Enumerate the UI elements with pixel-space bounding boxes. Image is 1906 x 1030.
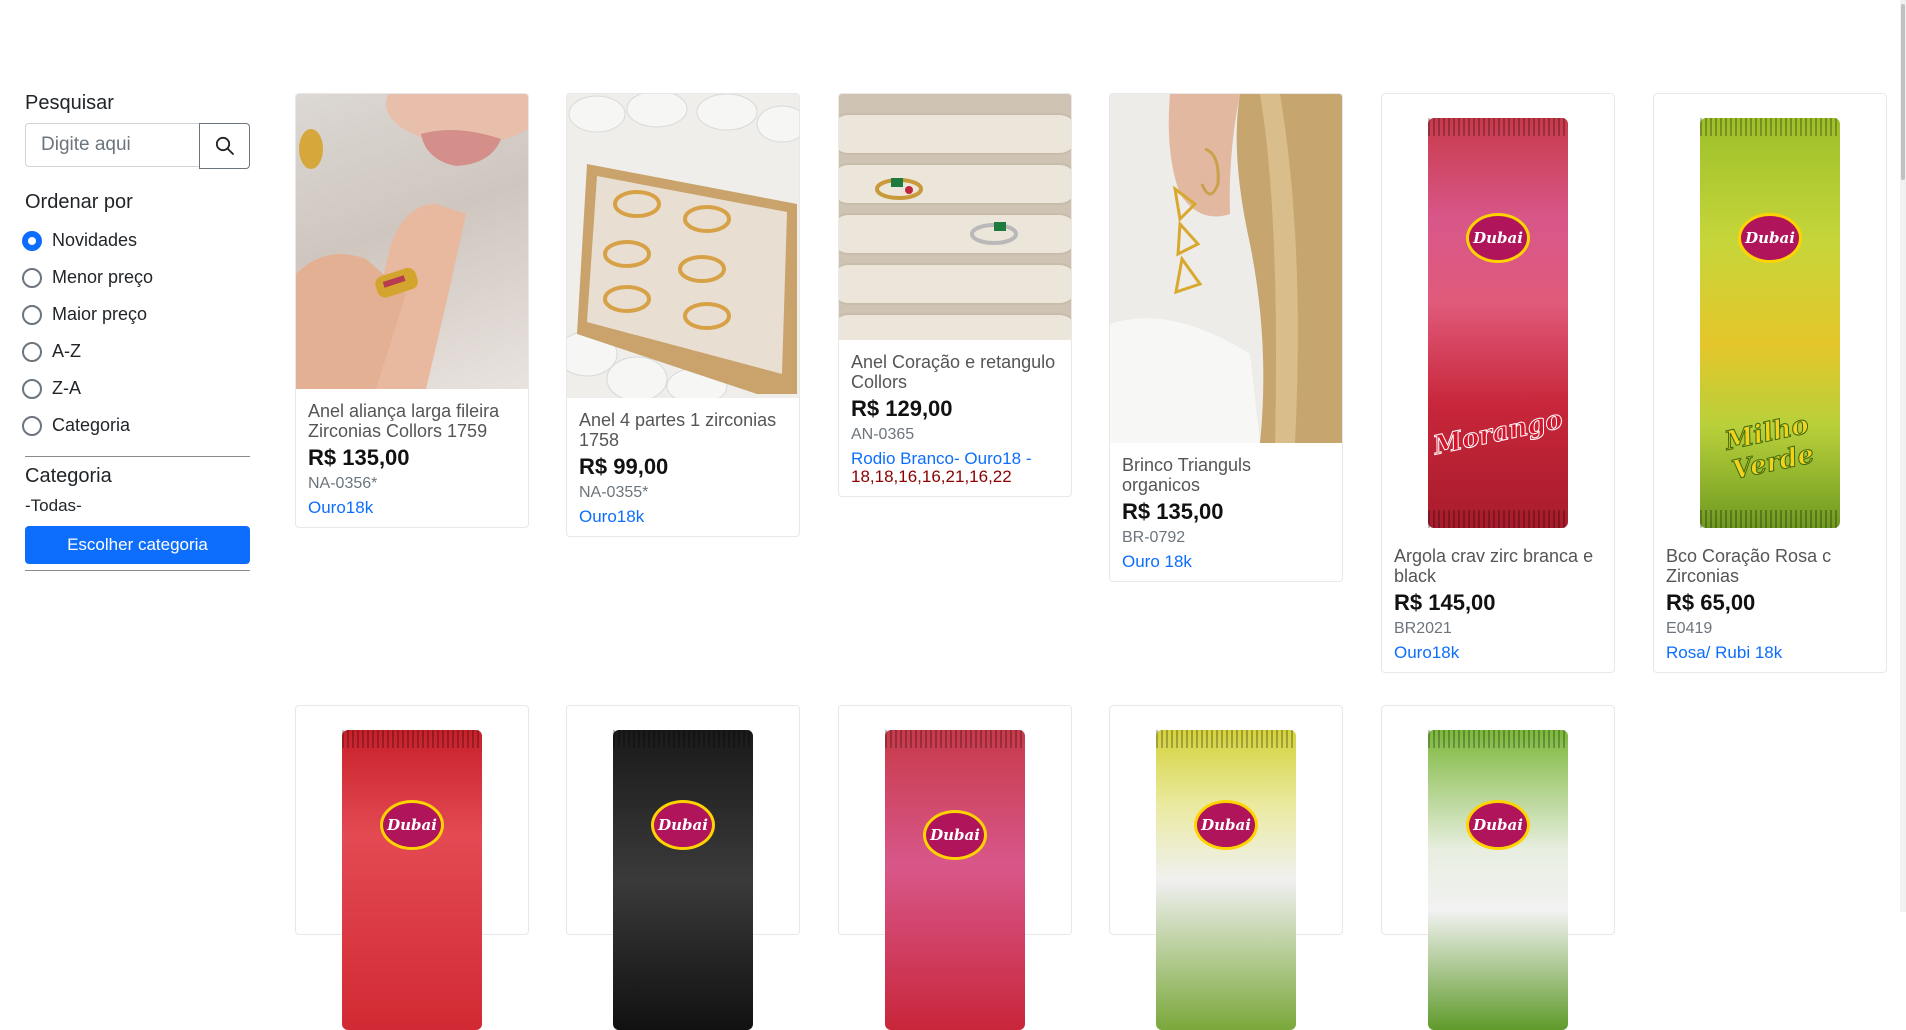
divider bbox=[25, 456, 250, 457]
sort-option-z-a[interactable]: Z-A bbox=[22, 370, 250, 407]
dubai-pineapple-pack: Dubai bbox=[1156, 730, 1296, 1030]
radio-maior-preco[interactable] bbox=[22, 304, 42, 325]
product-card[interactable]: Anel 4 partes 1 zirconias 1758 R$ 99,00 … bbox=[566, 93, 800, 537]
product-variation[interactable]: Ouro18k bbox=[579, 508, 787, 526]
dubai-logo: Dubai bbox=[1466, 800, 1530, 850]
product-image bbox=[839, 94, 1071, 340]
dubai-logo: Dubai bbox=[1738, 213, 1802, 263]
product-variation[interactable]: Ouro18k bbox=[308, 499, 516, 517]
product-price: R$ 65,00 bbox=[1666, 590, 1756, 615]
product-price: R$ 145,00 bbox=[1394, 590, 1496, 615]
search-group bbox=[25, 123, 250, 169]
product-card[interactable]: Dubai bbox=[1109, 705, 1343, 1030]
dubai-logo: Dubai bbox=[923, 810, 987, 860]
product-name: Anel Coração e retangulo Collors bbox=[851, 352, 1056, 392]
product-price: R$ 129,00 bbox=[851, 396, 953, 421]
page-scrollbar[interactable] bbox=[1900, 0, 1906, 912]
product-image bbox=[567, 94, 799, 398]
product-code: BR-0792 bbox=[1122, 529, 1186, 546]
product-code: BR2021 bbox=[1394, 620, 1452, 637]
radio-novidades[interactable] bbox=[22, 230, 42, 251]
product-card[interactable]: Anel aliança larga fileira Zirconias Col… bbox=[295, 93, 529, 528]
product-name: Anel 4 partes 1 zirconias 1758 bbox=[579, 410, 777, 450]
sort-option-categoria[interactable]: Categoria bbox=[22, 407, 250, 444]
sort-option-menor-preco[interactable]: Menor preço bbox=[22, 259, 250, 296]
sort-label: Categoria bbox=[52, 415, 131, 435]
product-card[interactable]: Dubai bbox=[838, 705, 1072, 1030]
variation-name: Rodio Branco- Ouro18 bbox=[851, 449, 1022, 468]
search-icon bbox=[215, 136, 234, 155]
product-price: R$ 135,00 bbox=[308, 445, 410, 470]
sort-label: Z-A bbox=[52, 378, 81, 398]
sort-option-maior-preco[interactable]: Maior preço bbox=[22, 296, 250, 333]
product-code: AN-0365 bbox=[851, 426, 915, 443]
product-image bbox=[296, 94, 528, 389]
rings-display-photo bbox=[567, 94, 799, 398]
product-card[interactable]: Dubai bbox=[295, 705, 529, 1030]
sort-label: Maior preço bbox=[52, 304, 148, 324]
sort-label: A-Z bbox=[52, 341, 81, 361]
flavor-label: Morango bbox=[1430, 404, 1566, 462]
choose-category-button[interactable]: Escolher categoria bbox=[25, 526, 250, 564]
radio-menor-preco[interactable] bbox=[22, 267, 42, 288]
radio-categoria[interactable] bbox=[22, 415, 42, 436]
sort-options: Novidades Menor preço Maior preço A-Z Z-… bbox=[22, 222, 250, 444]
product-name: Bco Coração Rosa c Zirconias bbox=[1666, 546, 1832, 586]
sort-option-a-z[interactable]: A-Z bbox=[22, 333, 250, 370]
product-code: NA-0356* bbox=[308, 475, 378, 492]
product-card[interactable]: Dubai Morango Argola crav zirc branca e … bbox=[1381, 93, 1615, 673]
dubai-red-pack: Dubai bbox=[342, 730, 482, 1030]
product-image: Dubai Morango bbox=[1382, 94, 1614, 544]
dubai-black-pack: Dubai bbox=[613, 730, 753, 1030]
product-image bbox=[1110, 94, 1342, 443]
search-input[interactable] bbox=[25, 123, 199, 167]
flavor-label: Milho Verde bbox=[1722, 409, 1817, 486]
sort-label: Novidades bbox=[52, 230, 138, 250]
sort-heading: Ordenar por bbox=[25, 191, 133, 213]
product-variation[interactable]: Rosa/ Rubi 18k bbox=[1666, 644, 1874, 662]
dubai-logo: Dubai bbox=[651, 800, 715, 850]
sort-option-novidades[interactable]: Novidades bbox=[22, 222, 250, 259]
product-name: Argola crav zirc branca e black bbox=[1394, 546, 1594, 586]
dubai-strawberry-pack: Dubai bbox=[885, 730, 1025, 1030]
hand-ring-photo bbox=[296, 94, 528, 389]
filter-sidebar: Pesquisar Ordenar por Novidades Menor pr… bbox=[22, 92, 250, 579]
search-heading: Pesquisar bbox=[25, 92, 114, 114]
product-code: NA-0355* bbox=[579, 484, 649, 501]
variation-sizes: 18,18,16,16,21,16,22 bbox=[851, 467, 1012, 486]
product-variation[interactable]: Ouro 18k bbox=[1122, 553, 1330, 571]
product-variation[interactable]: Ouro18k bbox=[1394, 644, 1602, 662]
radio-a-z[interactable] bbox=[22, 341, 42, 362]
product-variation[interactable]: Rodio Branco- Ouro18 - 18,18,16,16,21,16… bbox=[851, 450, 1059, 486]
product-name: Brinco Trianguls organicos bbox=[1122, 455, 1252, 495]
rings-cushion-photo bbox=[839, 94, 1071, 340]
dubai-lime-pack: Dubai bbox=[1428, 730, 1568, 1030]
dubai-logo: Dubai bbox=[1194, 800, 1258, 850]
product-card[interactable]: Dubai bbox=[566, 705, 800, 1030]
category-current: -Todas- bbox=[25, 496, 82, 515]
sort-label: Menor preço bbox=[52, 267, 154, 287]
product-card[interactable]: Dubai Milho Verde Bco Coração Rosa c Zir… bbox=[1653, 93, 1887, 673]
product-code: E0419 bbox=[1666, 620, 1713, 637]
earring-photo bbox=[1110, 94, 1342, 443]
search-button[interactable] bbox=[199, 123, 250, 169]
product-name: Anel aliança larga fileira Zirconias Col… bbox=[308, 401, 500, 441]
dubai-logo: Dubai bbox=[1466, 213, 1530, 263]
product-card[interactable]: Brinco Trianguls organicos R$ 135,00 BR-… bbox=[1109, 93, 1343, 582]
dubai-logo: Dubai bbox=[380, 800, 444, 850]
radio-z-a[interactable] bbox=[22, 378, 42, 399]
scrollbar-thumb[interactable] bbox=[1901, 4, 1905, 180]
dubai-morango-pack: Dubai Morango bbox=[1428, 118, 1568, 528]
category-heading: Categoria bbox=[25, 465, 112, 487]
product-card[interactable]: Dubai bbox=[1381, 705, 1615, 1030]
product-image: Dubai Milho Verde bbox=[1654, 94, 1886, 544]
dubai-milho-verde-pack: Dubai Milho Verde bbox=[1700, 118, 1840, 528]
divider bbox=[25, 570, 250, 571]
product-card[interactable]: Anel Coração e retangulo Collors R$ 129,… bbox=[838, 93, 1072, 497]
product-price: R$ 135,00 bbox=[1122, 499, 1224, 524]
product-price: R$ 99,00 bbox=[579, 454, 669, 479]
